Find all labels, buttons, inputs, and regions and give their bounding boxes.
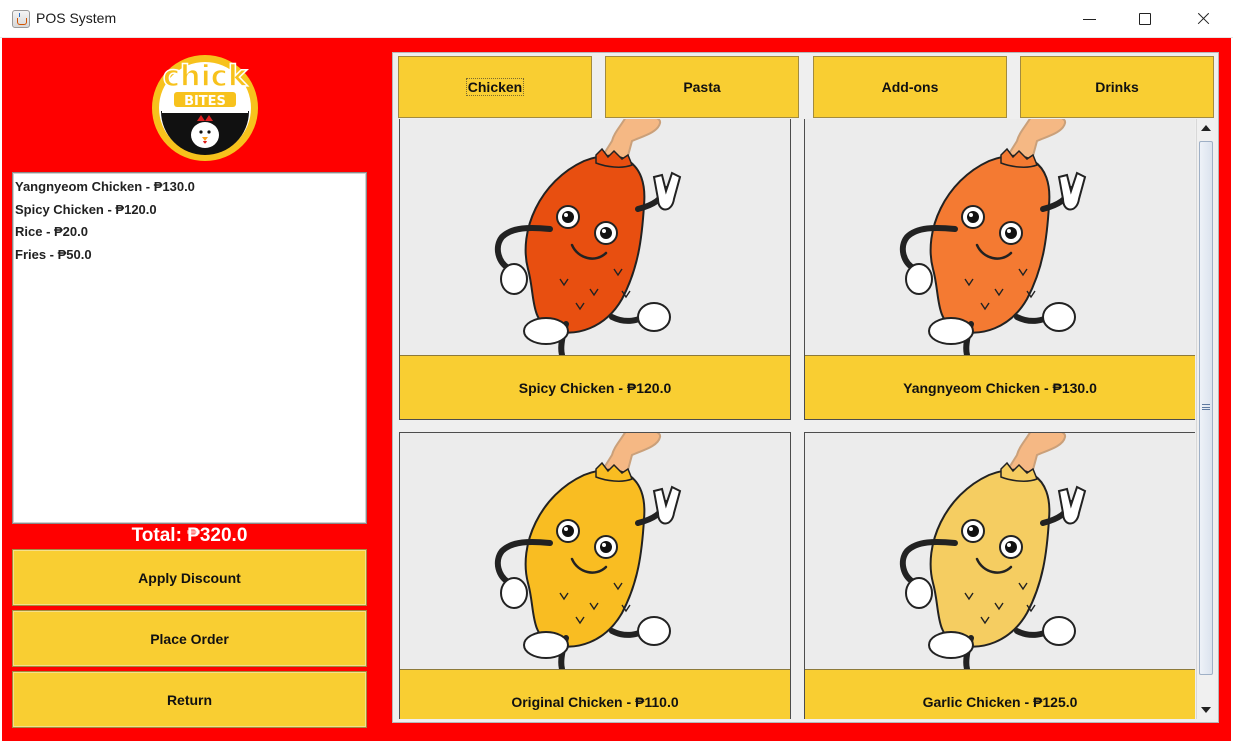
menu-panel: Chicken Pasta Add-ons Drinks Spicy Chick…: [392, 52, 1219, 723]
return-button[interactable]: Return: [12, 671, 367, 728]
menu-item-card[interactable]: Garlic Chicken - ₱125.0: [804, 432, 1195, 719]
place-order-button[interactable]: Place Order: [12, 610, 367, 667]
tab-drinks[interactable]: Drinks: [1020, 56, 1214, 118]
tab-label: Chicken: [465, 78, 525, 96]
logo-text-chick: chick: [163, 59, 248, 93]
title-bar: POS System: [0, 0, 1233, 38]
apply-discount-button[interactable]: Apply Discount: [12, 549, 367, 606]
arrow-up-icon[interactable]: [1197, 119, 1215, 137]
vertical-scrollbar[interactable]: [1196, 119, 1215, 719]
menu-item-card[interactable]: Yangnyeom Chicken - ₱130.0: [804, 119, 1195, 420]
order-item[interactable]: Spicy Chicken - ₱120.0: [15, 199, 364, 222]
minimize-button[interactable]: [1067, 0, 1113, 38]
menu-grid: Spicy Chicken - ₱120.0 Yangnyeom Chicken…: [398, 119, 1195, 719]
grip-icon: [1202, 404, 1210, 410]
tab-pasta[interactable]: Pasta: [605, 56, 799, 118]
main-content: chick BITES Yangnyeom Chicken - ₱130.0 S…: [2, 38, 1231, 741]
menu-item-label: Garlic Chicken - ₱125.0: [805, 669, 1195, 719]
order-total: Total: ₱320.0: [131, 525, 248, 546]
chicken-drumstick-image: [805, 119, 1195, 355]
close-button[interactable]: [1180, 0, 1226, 38]
place-order-label: Place Order: [150, 630, 229, 647]
scrollbar-thumb[interactable]: [1199, 141, 1213, 675]
chicken-drumstick-image: [805, 433, 1195, 669]
chick-bites-logo: chick BITES: [150, 53, 260, 163]
logo-graphic: chick BITES: [152, 55, 258, 161]
menu-item-label: Yangnyeom Chicken - ₱130.0: [805, 355, 1195, 419]
logo-text-bites: BITES: [184, 94, 226, 109]
tab-label: Add-ons: [881, 79, 939, 95]
chicken-drumstick-image: [400, 433, 790, 669]
tab-add-ons[interactable]: Add-ons: [813, 56, 1007, 118]
menu-item-label: Spicy Chicken - ₱120.0: [400, 355, 790, 419]
menu-item-card[interactable]: Spicy Chicken - ₱120.0: [399, 119, 791, 420]
window-title: POS System: [36, 10, 117, 26]
tab-label: Pasta: [683, 79, 721, 95]
menu-item-label: Original Chicken - ₱110.0: [400, 669, 790, 719]
chicken-drumstick-image: [400, 119, 790, 355]
return-label: Return: [166, 691, 213, 708]
order-item[interactable]: Fries - ₱50.0: [15, 244, 364, 267]
order-item[interactable]: Rice - ₱20.0: [15, 221, 364, 244]
tab-chicken[interactable]: Chicken: [398, 56, 592, 118]
order-item[interactable]: Yangnyeom Chicken - ₱130.0: [15, 176, 364, 199]
apply-discount-label: Apply Discount: [138, 569, 241, 586]
order-list[interactable]: Yangnyeom Chicken - ₱130.0 Spicy Chicken…: [12, 172, 367, 524]
arrow-down-icon[interactable]: [1197, 701, 1215, 719]
menu-item-card[interactable]: Original Chicken - ₱110.0: [399, 432, 791, 719]
java-cup-icon: [12, 10, 30, 28]
maximize-button[interactable]: [1122, 0, 1168, 38]
tab-label: Drinks: [1095, 79, 1139, 95]
